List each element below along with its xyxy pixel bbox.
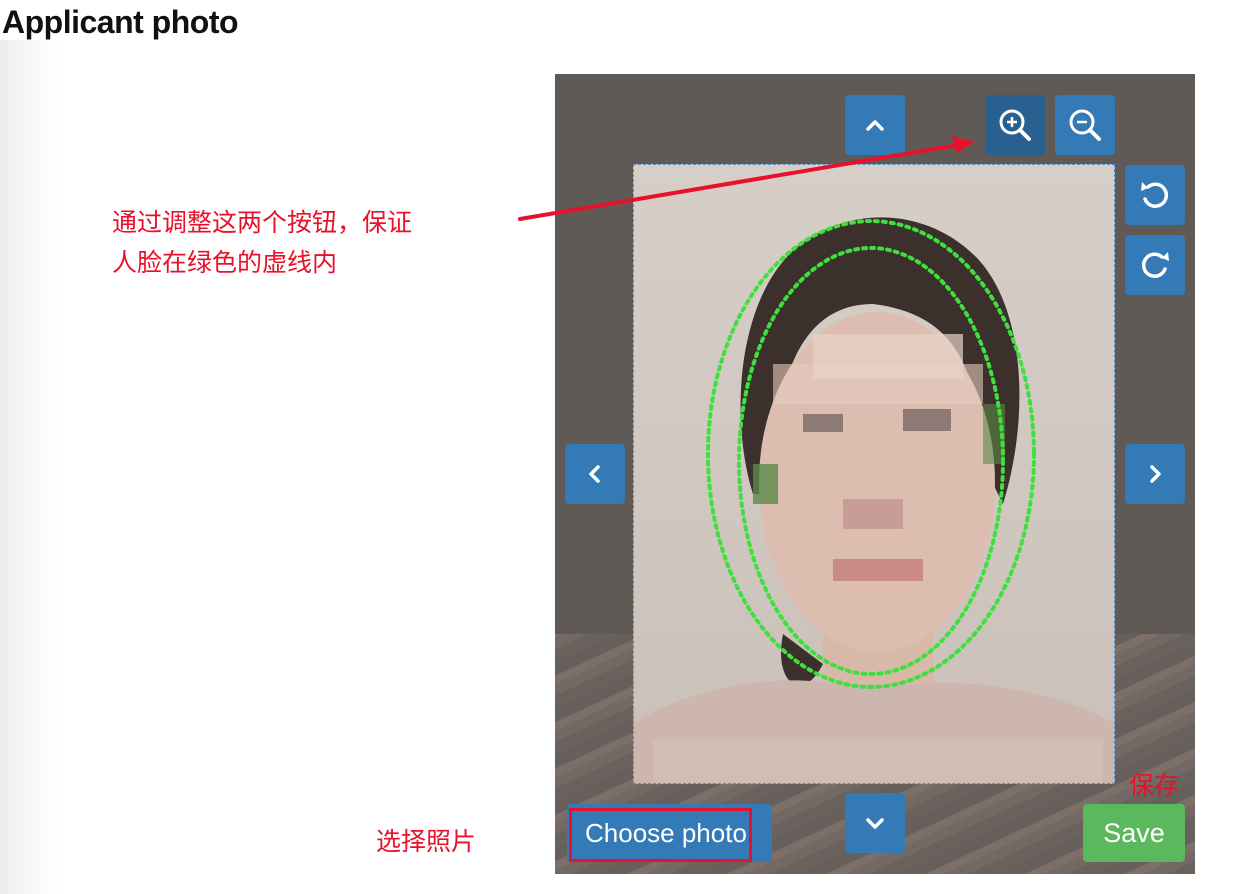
save-annotation: 保存 <box>1129 771 1180 800</box>
choose-photo-annotation: 选择照片 <box>376 827 477 856</box>
annotation-arrow <box>518 136 975 221</box>
